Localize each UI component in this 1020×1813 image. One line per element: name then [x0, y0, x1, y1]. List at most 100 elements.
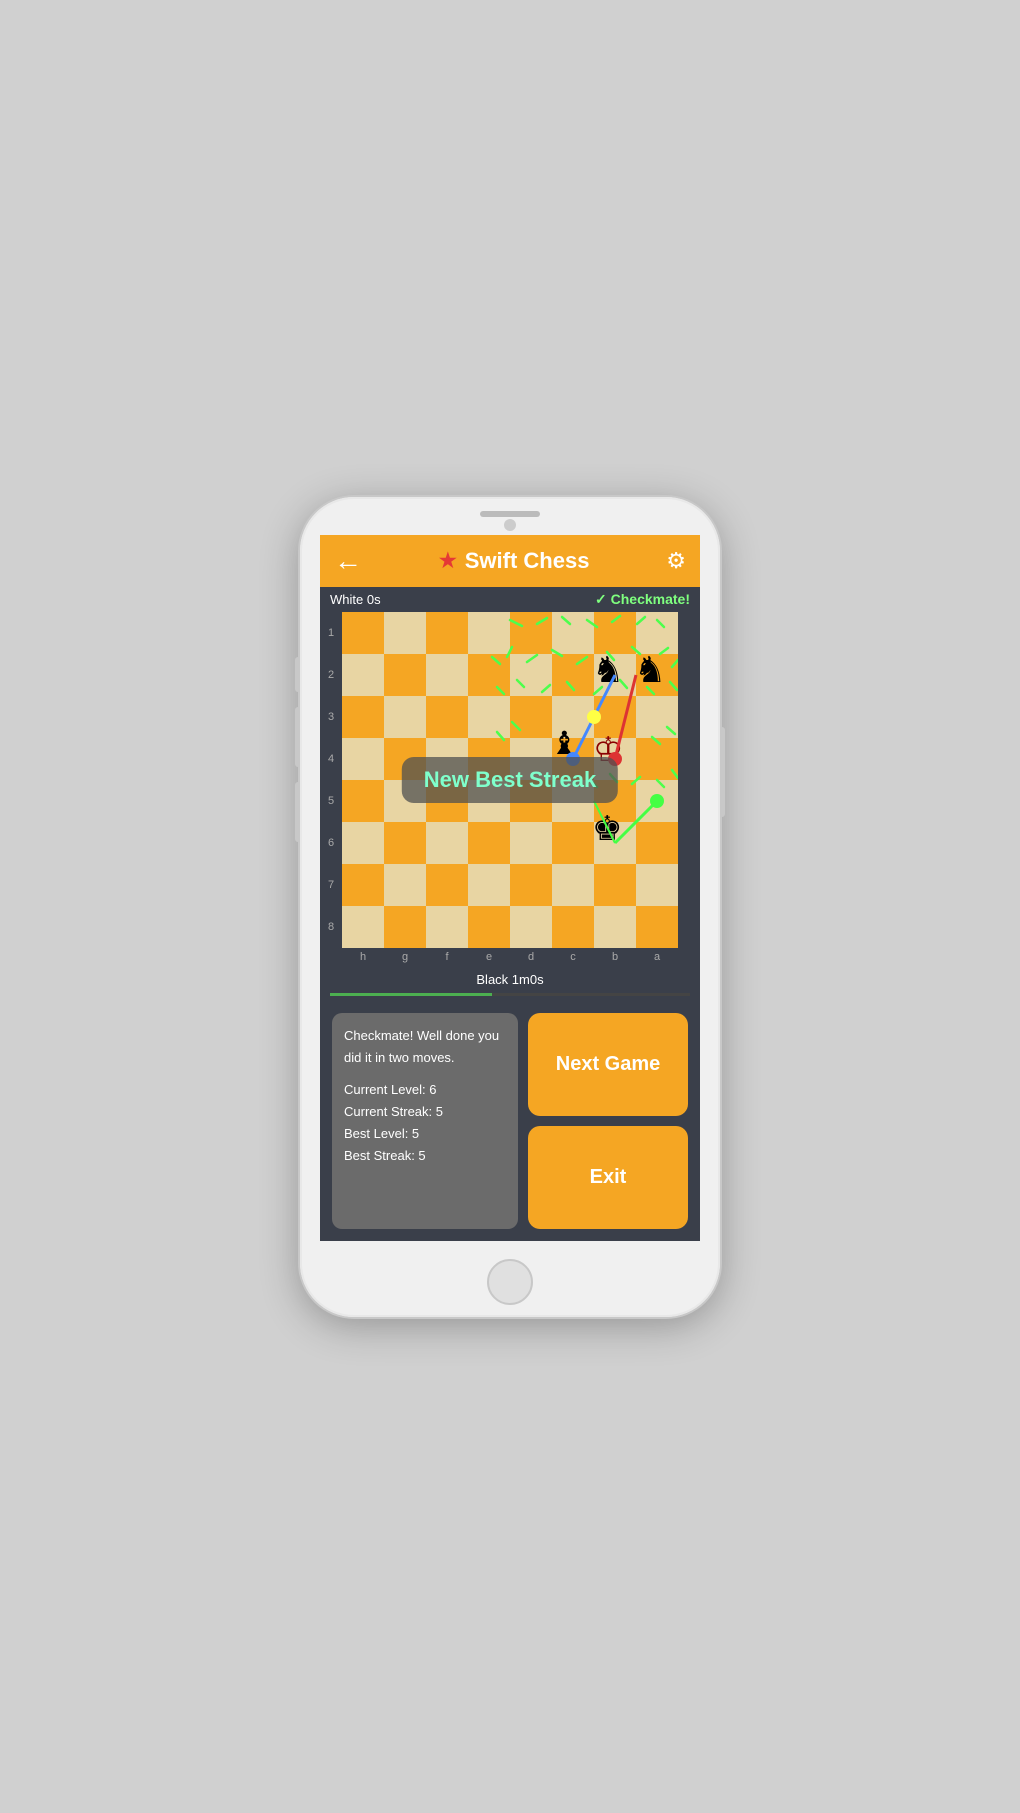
cell-5-5[interactable] [552, 822, 594, 864]
cell-4-1[interactable] [384, 780, 426, 822]
rank-4: 4 [320, 738, 342, 780]
cell-7-2[interactable] [426, 906, 468, 948]
rank-2: 2 [320, 654, 342, 696]
cell-4-7[interactable] [636, 780, 678, 822]
cell-7-6[interactable] [594, 906, 636, 948]
cell-0-6[interactable] [594, 612, 636, 654]
cell-4-0[interactable] [342, 780, 384, 822]
file-d: d [510, 948, 552, 966]
chess-container: White 0s ✓ Checkmate! 1 2 3 4 5 6 7 8 [320, 587, 700, 1001]
cell-1-2[interactable] [426, 654, 468, 696]
file-g: g [384, 948, 426, 966]
side-button-mute [295, 657, 300, 692]
cell-0-1[interactable] [384, 612, 426, 654]
back-button[interactable]: ← [334, 547, 362, 575]
cell-5-4[interactable] [510, 822, 552, 864]
cell-0-3[interactable] [468, 612, 510, 654]
cell-2-1[interactable] [384, 696, 426, 738]
star-icon: ★ [439, 548, 457, 573]
cell-3-7[interactable] [636, 738, 678, 780]
cell-2-4[interactable] [510, 696, 552, 738]
file-c: c [552, 948, 594, 966]
cell-3-0[interactable] [342, 738, 384, 780]
rank-7: 7 [320, 864, 342, 906]
cell-1-3[interactable] [468, 654, 510, 696]
board-area: 1 2 3 4 5 6 7 8 [320, 612, 700, 948]
cell-5-3[interactable] [468, 822, 510, 864]
phone-camera [504, 519, 516, 531]
file-h: h [342, 948, 384, 966]
cell-4-5[interactable] [552, 780, 594, 822]
action-buttons: Next Game Exit [528, 1013, 688, 1229]
piece-black-bishop-d4: ♝ [550, 727, 579, 759]
cell-1-4[interactable] [510, 654, 552, 696]
cell-3-2[interactable] [426, 738, 468, 780]
progress-fill [330, 993, 492, 996]
cell-2-3[interactable] [468, 696, 510, 738]
rank-6: 6 [320, 822, 342, 864]
chess-board[interactable]: ♞ ♞ ♝ ♔ ♚ New Best Streak [342, 612, 678, 948]
cell-6-7[interactable] [636, 864, 678, 906]
phone-screen: ← ★ Swift Chess ⚙ White 0s ✓ Checkmate! … [320, 535, 700, 1241]
next-game-button[interactable]: Next Game [528, 1013, 688, 1116]
cell-7-3[interactable] [468, 906, 510, 948]
piece-black-king-b6: ♚ [592, 812, 622, 846]
bottom-panel: Checkmate! Well done you did it in two m… [320, 1001, 700, 1241]
cell-5-1[interactable] [384, 822, 426, 864]
app-title: Swift Chess [465, 548, 590, 574]
settings-button[interactable]: ⚙ [666, 548, 686, 574]
cell-6-1[interactable] [384, 864, 426, 906]
cell-5-2[interactable] [426, 822, 468, 864]
cell-4-4[interactable] [510, 780, 552, 822]
rank-8: 8 [320, 906, 342, 948]
cell-0-5[interactable] [552, 612, 594, 654]
black-timer: Black 1m0s [476, 972, 543, 987]
cell-7-1[interactable] [384, 906, 426, 948]
cell-3-3[interactable] [468, 738, 510, 780]
rank-labels: 1 2 3 4 5 6 7 8 [320, 612, 342, 948]
home-button[interactable] [487, 1259, 533, 1305]
cell-7-5[interactable] [552, 906, 594, 948]
cell-5-7[interactable] [636, 822, 678, 864]
side-button-vol-down [295, 782, 300, 842]
file-a: a [636, 948, 678, 966]
cell-0-2[interactable] [426, 612, 468, 654]
progress-bar [330, 993, 690, 996]
cell-4-3[interactable] [468, 780, 510, 822]
rank-3: 3 [320, 696, 342, 738]
cell-0-0[interactable] [342, 612, 384, 654]
exit-button[interactable]: Exit [528, 1126, 688, 1229]
cell-3-1[interactable] [384, 738, 426, 780]
cell-0-7[interactable] [636, 612, 678, 654]
cell-2-0[interactable] [342, 696, 384, 738]
cell-2-7[interactable] [636, 696, 678, 738]
file-f: f [426, 948, 468, 966]
app-title-area: ★ Swift Chess [439, 548, 590, 574]
info-stats: Current Level: 6 Current Streak: 5 Best … [344, 1079, 506, 1167]
cell-7-4[interactable] [510, 906, 552, 948]
cell-5-0[interactable] [342, 822, 384, 864]
cell-7-7[interactable] [636, 906, 678, 948]
phone-speaker [480, 511, 540, 517]
white-timer: White 0s [330, 592, 381, 607]
player-bar-bottom: Black 1m0s [320, 966, 700, 1001]
cell-6-2[interactable] [426, 864, 468, 906]
piece-black-knight-b2: ♞ [592, 652, 624, 688]
cell-1-1[interactable] [384, 654, 426, 696]
cell-2-2[interactable] [426, 696, 468, 738]
cell-1-0[interactable] [342, 654, 384, 696]
cell-6-3[interactable] [468, 864, 510, 906]
cell-0-4[interactable] [510, 612, 552, 654]
cell-3-4[interactable] [510, 738, 552, 780]
player-bar-top: White 0s ✓ Checkmate! [320, 587, 700, 612]
cell-4-2[interactable] [426, 780, 468, 822]
file-labels: h g f e d c b a [320, 948, 700, 966]
cell-7-0[interactable] [342, 906, 384, 948]
cell-6-6[interactable] [594, 864, 636, 906]
cell-6-4[interactable] [510, 864, 552, 906]
cell-1-5[interactable] [552, 654, 594, 696]
cell-6-5[interactable] [552, 864, 594, 906]
side-button-power [720, 727, 725, 817]
cell-6-0[interactable] [342, 864, 384, 906]
piece-black-knight-a2: ♞ [634, 652, 666, 688]
